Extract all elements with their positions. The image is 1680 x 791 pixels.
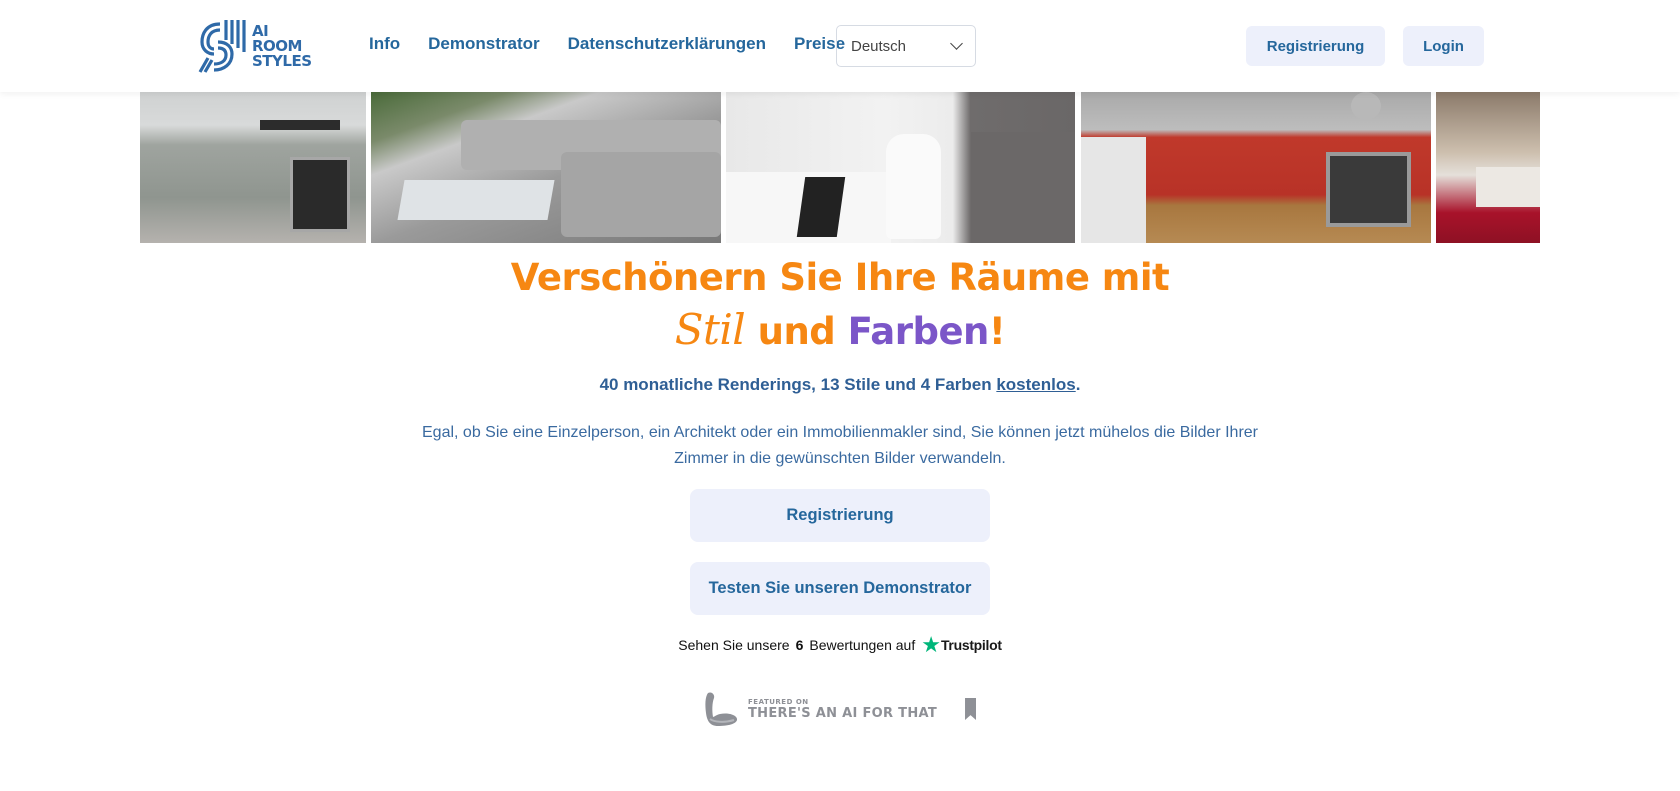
try-demonstrator-button[interactable]: Testen Sie unseren Demonstrator <box>690 562 990 615</box>
logo-line-styles: STYLES <box>252 51 312 70</box>
review-count: 6 <box>795 637 804 653</box>
gallery-image-white-bathroom <box>726 92 1075 243</box>
hero-title-farben: Farben <box>847 310 990 353</box>
ai-room-styles-logo-icon <box>198 20 246 73</box>
trustpilot-widget[interactable]: Sehen Sie unsere 6 Bewertungen auf ★ Tru… <box>0 632 1680 657</box>
gallery-image-red-kitchen <box>1081 92 1431 243</box>
theres-an-ai-for-that-badge[interactable]: FEATURED ON THERE'S AN AI FOR THAT <box>700 688 980 730</box>
nav-privacy[interactable]: Datenschutzerklärungen <box>568 34 766 54</box>
gallery-image-red-living-room <box>1436 92 1540 243</box>
free-link[interactable]: kostenlos <box>996 375 1075 394</box>
language-select[interactable]: Deutsch <box>836 25 976 67</box>
hero-title-und: und <box>745 310 848 353</box>
bookmark-icon <box>965 698 977 720</box>
hero-title-line2: Stil und Farben! <box>0 304 1680 358</box>
logo[interactable]: AI ROOM STYLES <box>198 18 314 74</box>
hero-description: Egal, ob Sie eine Einzelperson, ein Arch… <box>422 424 1258 467</box>
nav-demonstrator[interactable]: Demonstrator <box>428 34 539 54</box>
hero-title: Verschönern Sie Ihre Räume mit Stil und … <box>0 252 1680 358</box>
flexed-arm-icon <box>705 692 738 726</box>
badge-title: THERE'S AN AI FOR THAT <box>748 705 938 721</box>
hero-register-button[interactable]: Registrierung <box>690 489 990 542</box>
main-nav: Info Demonstrator Datenschutzerklärungen… <box>369 34 845 54</box>
header-register-button[interactable]: Registrierung <box>1246 26 1385 66</box>
trustpilot-brand: Trustpilot <box>940 637 1002 653</box>
hero-subtitle: 40 monatliche Renderings, 13 Stile und 4… <box>0 375 1680 395</box>
hero-title-stil: Stil <box>674 305 746 354</box>
gallery-image-gray-living-room <box>371 92 721 243</box>
badge-featured-on: FEATURED ON <box>748 697 809 706</box>
hero-title-end: ! <box>988 310 1006 353</box>
nav-info[interactable]: Info <box>369 34 400 54</box>
subtitle-text: 40 monatliche Renderings, 13 Stile und 4… <box>599 375 997 394</box>
chevron-down-icon <box>950 37 963 50</box>
site-header: AI ROOM STYLES Info Demonstrator Datensc… <box>0 0 1680 92</box>
gallery-image-gray-kitchen <box>140 92 366 243</box>
header-login-button[interactable]: Login <box>1403 26 1484 66</box>
badge-text: FEATURED ON THERE'S AN AI FOR THAT <box>748 698 937 721</box>
subtitle-period: . <box>1075 375 1081 394</box>
trustpilot-prefix: Sehen Sie unsere <box>678 637 790 653</box>
trustpilot-star-icon: ★ <box>921 632 941 657</box>
logo-text: AI ROOM STYLES <box>252 23 312 70</box>
hero-title-line1: Verschönern Sie Ihre Räume mit <box>510 256 1170 299</box>
trustpilot-suffix: Bewertungen auf <box>809 637 916 653</box>
language-select-value: Deutsch <box>851 37 907 55</box>
room-gallery <box>140 92 1540 243</box>
